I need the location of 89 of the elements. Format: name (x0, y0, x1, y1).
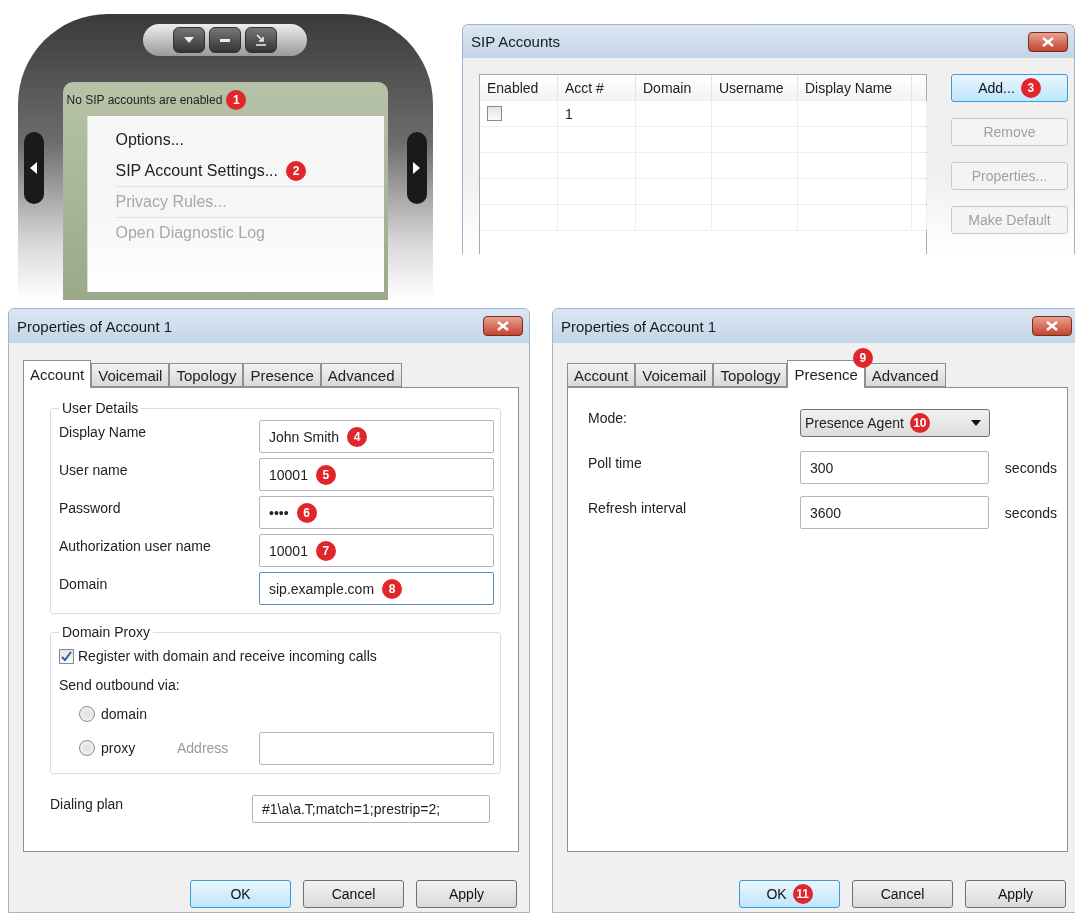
field-label: Display Name (59, 423, 148, 440)
table-cell: 1 (558, 101, 636, 126)
close-button[interactable] (483, 316, 523, 336)
radio-label: proxy (101, 740, 137, 756)
tab[interactable]: Account (567, 363, 636, 387)
callout-badge: 10 (909, 412, 930, 433)
input-field[interactable]: •••• 6 (259, 496, 494, 529)
dialog-button[interactable]: OK (190, 880, 291, 908)
callout-badge: 5 (315, 464, 336, 485)
close-button[interactable] (1032, 316, 1072, 336)
input-field[interactable]: 3600 (800, 496, 989, 529)
dropdown-button[interactable] (173, 27, 205, 53)
tab[interactable]: Account (23, 360, 92, 388)
input-field[interactable]: John Smith 4 (259, 420, 494, 453)
checkbox[interactable] (487, 106, 502, 121)
field-label: Domain (59, 575, 109, 592)
dropdown[interactable]: Presence Agent 10 (800, 408, 990, 437)
status-text: No SIP accounts are enabled (66, 93, 223, 107)
column-header[interactable]: Enabled (480, 75, 558, 100)
dialog-button[interactable]: Add... 3 (951, 74, 1068, 102)
tab[interactable]: Presence (243, 363, 321, 387)
group-label: Domain Proxy (61, 624, 151, 640)
callout-badge: 3 (1020, 78, 1041, 98)
unit-label: seconds (1004, 459, 1057, 476)
menu-item[interactable]: Options... (115, 124, 384, 155)
right-arrow-button[interactable] (406, 132, 427, 204)
dock-button[interactable] (245, 27, 277, 53)
field-label: Refresh interval (588, 499, 688, 516)
callout-badge: 7 (315, 540, 336, 561)
dock-icon (256, 34, 266, 46)
unit-label: seconds (1004, 504, 1057, 521)
close-icon (1046, 321, 1058, 331)
tab[interactable]: Advanced (864, 363, 946, 387)
input-field[interactable]: 300 (800, 451, 989, 484)
close-button[interactable] (1028, 31, 1068, 52)
input-field[interactable]: 10001 5 (259, 458, 494, 491)
left-triangle-icon (30, 162, 37, 174)
tab[interactable]: Topology (713, 363, 788, 387)
input-field[interactable]: #1\a\a.T;match=1;prestrip=2; (252, 794, 490, 823)
field-label: Mode: (588, 409, 628, 426)
group-label: User Details (61, 400, 140, 416)
minimize-icon (220, 38, 230, 42)
table-row[interactable]: 1 (480, 101, 926, 127)
radio-label: domain (101, 706, 148, 722)
field-label: Dialing plan (50, 795, 125, 812)
window-title: Properties of Account 1 (17, 317, 173, 335)
dialog-button[interactable]: Apply (416, 880, 517, 908)
minimize-button[interactable] (209, 27, 241, 53)
right-triangle-icon (413, 162, 420, 174)
field-label: Poll time (588, 454, 643, 471)
dialog-button[interactable]: OK 11 (739, 880, 840, 908)
caret-icon (971, 419, 981, 426)
close-icon (497, 321, 509, 331)
column-header[interactable]: Display Name (798, 75, 912, 100)
input-field[interactable] (259, 731, 494, 765)
close-icon (1042, 36, 1054, 47)
checkbox-label: Register with domain and receive incoming calls (78, 648, 377, 664)
callout-badge: 2 (285, 160, 306, 181)
callout-badge: 4 (347, 426, 368, 447)
menu-item[interactable]: SIP Account Settings... 2 (115, 155, 384, 186)
dialog-button[interactable]: Cancel (852, 880, 953, 908)
tab[interactable]: Topology (169, 363, 244, 387)
window-title: Properties of Account 1 (561, 317, 717, 335)
section-label: Send outbound via: (59, 677, 180, 693)
window-title: SIP Accounts (471, 33, 560, 50)
left-arrow-button[interactable] (23, 132, 44, 204)
radio-button[interactable] (79, 740, 95, 756)
tab[interactable]: Advanced (320, 363, 402, 387)
input-field[interactable]: sip.example.com 8 (259, 572, 494, 605)
field-label: Password (59, 499, 122, 516)
field-label: User name (59, 461, 129, 478)
checkbox[interactable] (59, 648, 74, 664)
callout-badge: 1 (226, 90, 247, 110)
tab[interactable]: Voicemail (91, 363, 170, 387)
callout-badge: 11 (792, 884, 813, 904)
radio-button[interactable] (79, 706, 95, 722)
column-header[interactable]: Username (712, 75, 798, 100)
dialog-button[interactable]: Cancel (303, 880, 404, 908)
column-header[interactable]: Domain (636, 75, 712, 100)
callout-badge: 8 (382, 578, 403, 599)
callout-badge: 9 (852, 348, 873, 368)
column-header[interactable]: Acct # (558, 75, 636, 100)
field-label: Authorization user name (59, 537, 212, 554)
field-label: Address (177, 740, 230, 756)
dialog-button[interactable]: Apply (965, 880, 1066, 908)
callout-badge: 6 (296, 502, 317, 523)
input-field[interactable]: 10001 7 (259, 534, 494, 567)
tab[interactable]: Voicemail (635, 363, 714, 387)
caret-icon (184, 37, 194, 43)
